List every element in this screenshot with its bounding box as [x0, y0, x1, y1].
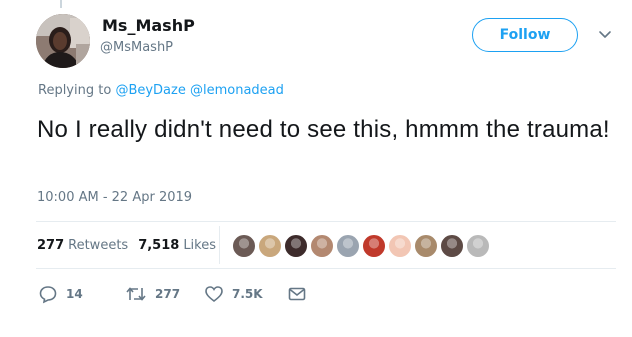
tweet-timestamp[interactable]: 10:00 AM - 22 Apr 2019: [37, 190, 192, 205]
divider: [36, 268, 616, 269]
mention-link[interactable]: @BeyDaze: [115, 83, 185, 98]
avatar[interactable]: [36, 14, 90, 68]
likes-count: 7,518: [138, 237, 180, 253]
liker-avatar-2[interactable]: [258, 234, 282, 258]
reply-icon: [39, 286, 57, 304]
like-count: 7.5K: [232, 287, 263, 301]
tweet-stats: 277 Retweets 7,518 Likes: [37, 233, 226, 257]
liker-avatar-5[interactable]: [336, 234, 360, 258]
liker-avatar-8[interactable]: [414, 234, 438, 258]
avatar-image: [36, 14, 90, 68]
thread-connector-line: [60, 0, 62, 8]
retweet-icon: [126, 287, 146, 301]
reply-count: 14: [66, 287, 83, 301]
stats-separator: [219, 226, 220, 264]
retweet-count: 277: [155, 287, 181, 301]
replying-to: Replying to @BeyDaze @lemonadead: [38, 83, 284, 98]
chevron-down-icon[interactable]: [598, 30, 612, 40]
likes-stat[interactable]: 7,518 Likes: [138, 238, 216, 253]
liker-avatar-6[interactable]: [362, 234, 386, 258]
divider: [36, 221, 616, 222]
liker-avatar-1[interactable]: [232, 234, 256, 258]
retweets-count: 277: [37, 237, 65, 253]
liker-avatar-10[interactable]: [466, 234, 490, 258]
likes-label: Likes: [183, 237, 217, 253]
follow-button[interactable]: Follow: [472, 18, 578, 52]
liker-avatar-7[interactable]: [388, 234, 412, 258]
tweet-text: No I really didn't need to see this, hmm…: [37, 116, 610, 143]
liker-avatar-3[interactable]: [284, 234, 308, 258]
envelope-icon: [288, 287, 306, 301]
author-display-name[interactable]: Ms_MashP: [102, 16, 195, 35]
liker-avatar-9[interactable]: [440, 234, 464, 258]
liker-avatar-4[interactable]: [310, 234, 334, 258]
mention-link[interactable]: @lemonadead: [190, 83, 284, 98]
reply-button[interactable]: 14: [38, 284, 83, 304]
replying-to-prefix: Replying to: [38, 83, 112, 98]
direct-message-button[interactable]: [287, 284, 307, 304]
heart-icon: [205, 286, 223, 303]
retweets-label: Retweets: [68, 237, 129, 253]
retweets-stat[interactable]: 277 Retweets: [37, 238, 128, 253]
like-button[interactable]: 7.5K: [204, 284, 263, 304]
retweet-button[interactable]: 277: [125, 284, 180, 304]
author-handle[interactable]: @MsMashP: [100, 40, 173, 55]
